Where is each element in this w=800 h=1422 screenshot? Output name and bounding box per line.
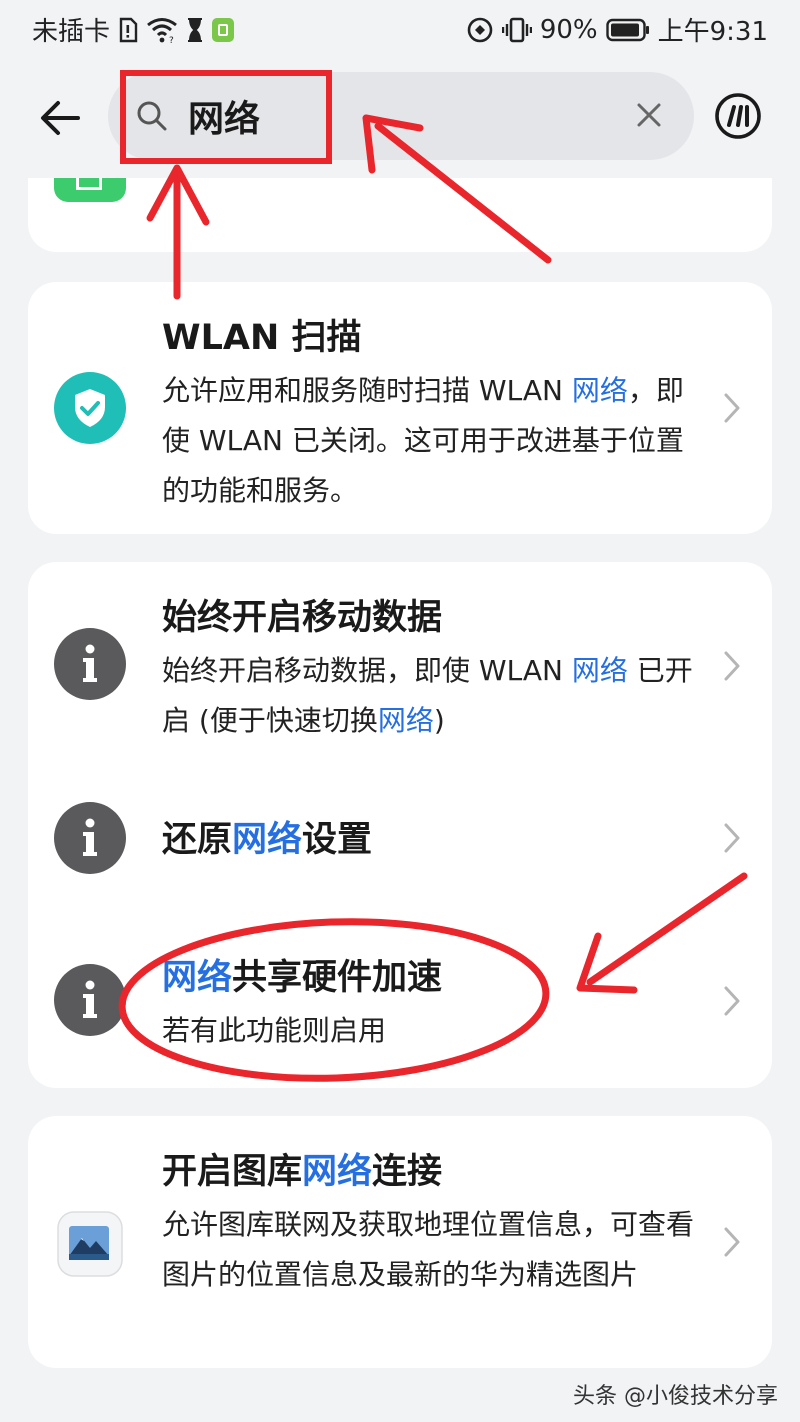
close-icon — [637, 103, 661, 127]
result-title: 网络共享硬件加速 — [162, 958, 443, 998]
search-input[interactable] — [188, 88, 608, 144]
gallery-icon — [54, 1208, 126, 1280]
result-title: 开启图库网络连接 — [162, 1152, 443, 1192]
result-subtitle: 若有此功能则启用 — [162, 1014, 387, 1047]
ai-assistant-icon — [715, 93, 761, 139]
hourglass-icon — [186, 15, 204, 45]
result-card-partial[interactable] — [28, 178, 772, 252]
sim-card-icon — [118, 15, 138, 45]
search-header — [0, 60, 800, 176]
result-card-wlan-scan[interactable]: WLAN 扫描 允许应用和服务随时扫描 WLAN 网络，即使 WLAN 已关闭。… — [28, 282, 772, 534]
info-icon — [54, 964, 126, 1036]
result-subtitle: 允许应用和服务随时扫描 WLAN 网络，即使 WLAN 已关闭。这可用于改进基于… — [162, 374, 684, 507]
app-icon — [54, 178, 126, 202]
result-card-gallery-network[interactable]: 开启图库网络连接 允许图库联网及获取地理位置信息，可查看图片的位置信息及最新的华… — [28, 1116, 772, 1368]
info-icon — [54, 802, 126, 874]
clock: 上午9:31 — [657, 17, 768, 47]
chevron-right-icon — [724, 1227, 740, 1257]
search-bar[interactable] — [108, 72, 694, 160]
back-arrow-icon — [41, 101, 80, 135]
wifi-icon: ? — [146, 15, 178, 45]
result-title: 还原网络设置 — [162, 820, 373, 860]
result-row-gallery-network[interactable]: 开启图库网络连接 允许图库联网及获取地理位置信息，可查看图片的位置信息及最新的华… — [28, 1116, 772, 1368]
status-left: 未插卡 ? — [32, 11, 235, 48]
result-subtitle: 始终开启移动数据，即使 WLAN 网络 已开启 (便于快速切换网络) — [162, 654, 693, 737]
result-subtitle: 允许图库联网及获取地理位置信息，可查看图片的位置信息及最新的华为精选图片 — [162, 1208, 695, 1291]
result-row-mobile-data[interactable]: 始终开启移动数据 始终开启移动数据，即使 WLAN 网络 已开启 (便于快速切换… — [28, 562, 772, 754]
status-bar: 未插卡 ? 90% 上午9:31 — [0, 0, 800, 56]
battery-icon — [605, 15, 650, 45]
result-title: WLAN 扫描 — [162, 318, 362, 358]
chevron-right-icon — [724, 651, 740, 681]
result-row-reset-network[interactable]: 还原网络设置 — [28, 762, 772, 912]
result-row-hw-acceleration[interactable]: 网络共享硬件加速 若有此功能则启用 — [28, 918, 772, 1088]
svg-text:?: ? — [169, 36, 174, 43]
result-title: 始终开启移动数据 — [162, 598, 443, 638]
vibrate-icon — [501, 15, 532, 45]
chevron-right-icon — [724, 823, 740, 853]
chevron-right-icon — [724, 986, 740, 1016]
chevron-right-icon — [724, 393, 740, 423]
nfc-icon — [466, 15, 494, 45]
result-card-group: 始终开启移动数据 始终开启移动数据，即使 WLAN 网络 已开启 (便于快速切换… — [28, 562, 772, 1088]
back-button[interactable] — [34, 90, 90, 146]
shield-check-icon — [54, 372, 126, 444]
battery-percent: 90% — [539, 14, 598, 45]
search-icon — [136, 100, 168, 132]
carrier-label: 未插卡 — [32, 17, 111, 47]
ai-assistant-button[interactable] — [714, 92, 762, 140]
app-notification-icon — [212, 15, 235, 45]
result-row-wlan-scan[interactable]: WLAN 扫描 允许应用和服务随时扫描 WLAN 网络，即使 WLAN 已关闭。… — [28, 282, 772, 534]
watermark: 头条 @小俊技术分享 — [573, 1384, 778, 1409]
info-icon — [54, 628, 126, 700]
clear-search-button[interactable] — [632, 98, 666, 132]
status-right: 90% 上午9:31 — [466, 11, 768, 48]
